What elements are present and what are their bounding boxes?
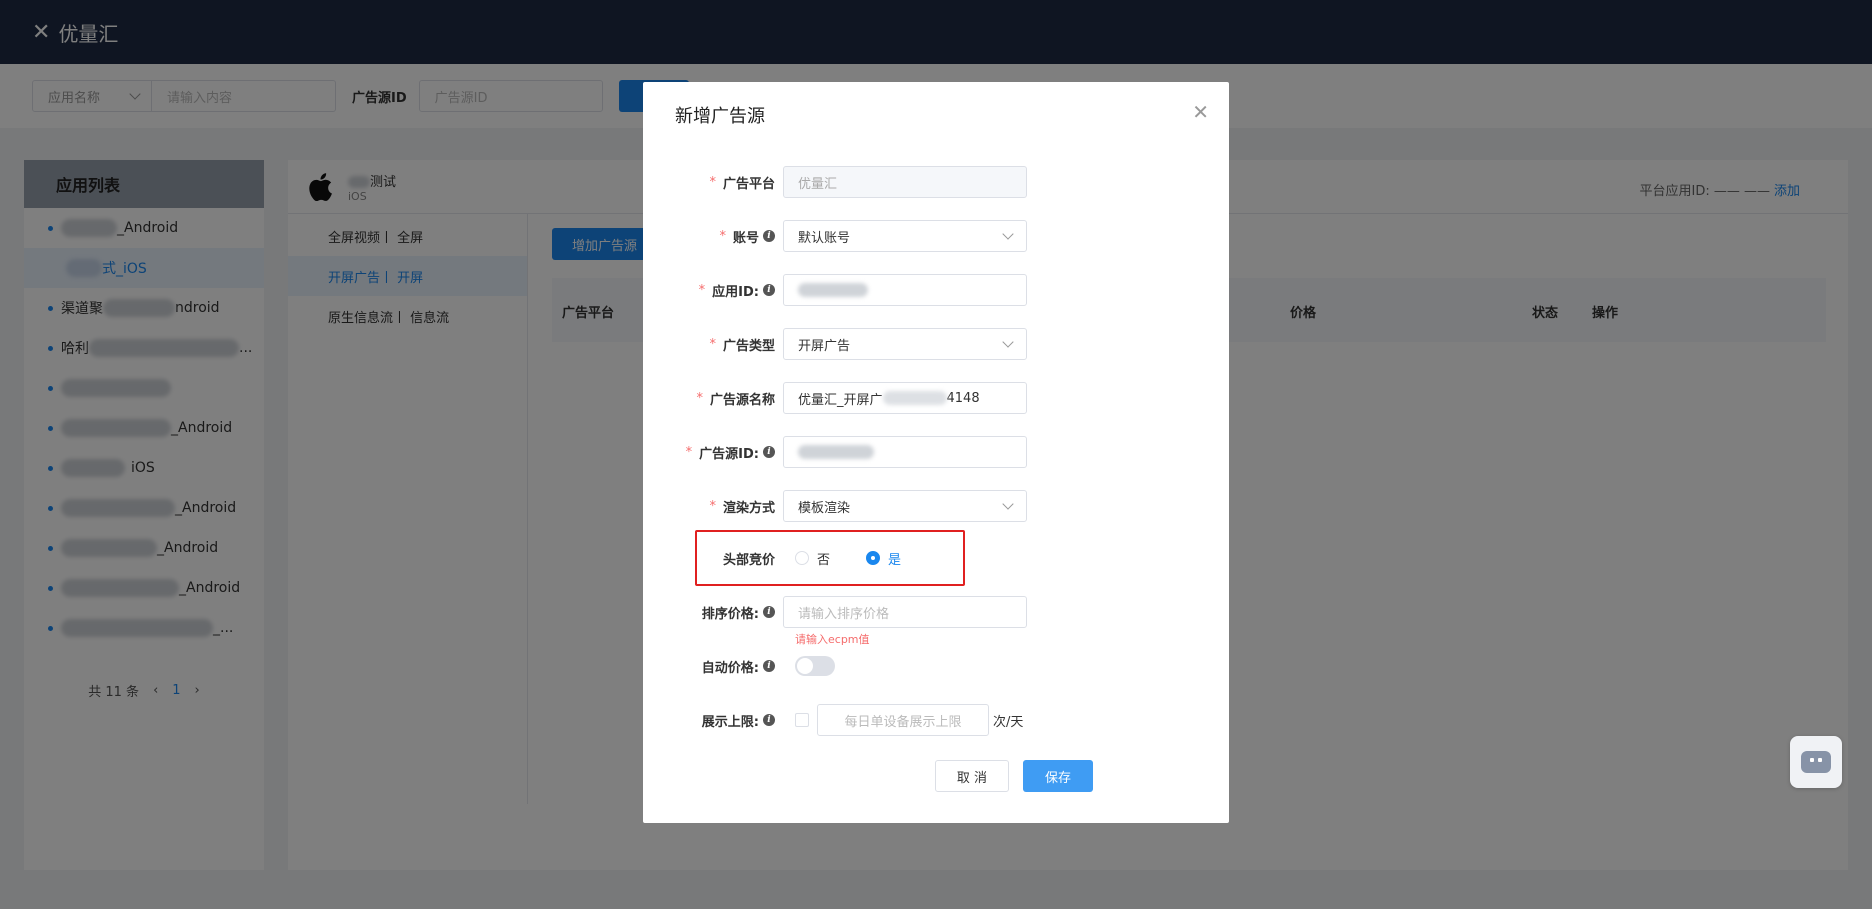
info-icon[interactable]: i [763,660,775,672]
info-icon[interactable]: i [763,230,775,242]
display-limit-input[interactable]: 每日单设备展示上限 [817,704,989,736]
info-icon[interactable]: i [763,606,775,618]
auto-price-toggle[interactable] [795,656,835,676]
ad-type-select[interactable]: 开屏广告 [783,328,1027,360]
header-bidding-radio-group: 否 是 [795,549,937,568]
info-icon[interactable]: i [763,284,775,296]
radio-yes[interactable]: 是 [866,549,901,568]
ad-type-row: * 广告类型 开屏广告 [643,328,1027,360]
radio-no[interactable]: 否 [795,549,830,568]
platform-row: * 广告平台 优量汇 [643,166,1027,198]
close-icon[interactable]: ✕ [1192,100,1209,124]
platform-field: 优量汇 [783,166,1027,198]
account-row: * 账号 i 默认账号 [643,220,1027,252]
chevron-down-icon [1002,228,1014,240]
cancel-button[interactable]: 取 消 [935,760,1009,792]
chevron-down-icon [1002,498,1014,510]
radio-circle-icon [795,551,809,565]
sort-price-error: 请输入ecpm值 [795,633,870,646]
display-limit-checkbox[interactable] [795,713,809,727]
source-name-row: * 广告源名称 优量汇_开屏广 4148 [643,382,1027,414]
chat-icon [1801,751,1831,773]
account-select[interactable]: 默认账号 [783,220,1027,252]
save-button[interactable]: 保存 [1023,760,1093,792]
source-name-input[interactable]: 优量汇_开屏广 4148 [783,382,1027,414]
display-limit-row: 展示上限: i 每日单设备展示上限 次/天 [643,704,1023,736]
render-mode-row: * 渲染方式 模板渲染 [643,490,1027,522]
chevron-down-icon [1002,336,1014,348]
source-id-field[interactable] [783,436,1027,468]
header-bidding-row: 头部竞价 否 是 [643,542,937,574]
info-icon[interactable]: i [763,446,775,458]
app-id-row: * 应用ID: i [643,274,1027,306]
source-id-row: * 广告源ID: i [643,436,1027,468]
auto-price-row: 自动价格: i [643,650,835,682]
info-icon[interactable]: i [763,714,775,726]
radio-checked-icon [866,551,881,565]
render-mode-select[interactable]: 模板渲染 [783,490,1027,522]
app-id-input[interactable] [783,274,1027,306]
display-limit-unit: 次/天 [993,714,1024,730]
dialog-title: 新增广告源 [675,106,765,127]
sort-price-row: 排序价格: i 请输入排序价格 [643,596,1027,628]
sort-price-input[interactable]: 请输入排序价格 [783,596,1027,628]
chat-button[interactable] [1790,736,1842,788]
add-source-dialog: 新增广告源 ✕ * 广告平台 优量汇 * 账号 i 默认账号 * 应用ID: i * 广告类… [643,82,1229,823]
